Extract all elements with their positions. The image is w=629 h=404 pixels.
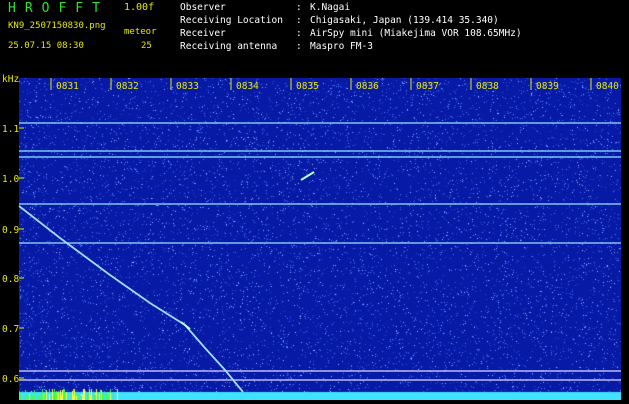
x-tick-label: 0838 [476,81,499,92]
y-axis-ticks [19,127,24,379]
x-tick-label: 0840 [596,81,619,92]
x-tick-label: 0835 [296,81,319,92]
meteor-echoes [18,171,315,393]
x-tick-label: 0831 [56,81,79,92]
x-tick-label: 0834 [236,81,259,92]
x-tick-label: 0833 [176,81,199,92]
meteor-echo [180,321,191,330]
x-tick-label: 0836 [356,81,379,92]
carrier-lines [19,122,621,381]
x-tick-label: 0832 [116,81,139,92]
y-tick-label: 1.1 [2,124,20,135]
aircraft-doppler-trace [18,205,244,393]
spectrogram-overlay [18,78,621,393]
y-axis-unit: kHz [2,74,20,85]
meteor-echo [300,171,315,181]
y-tick-label: 0.7 [2,324,20,335]
y-tick-label: 0.9 [2,225,20,236]
y-tick-label: 0.8 [2,274,20,285]
y-tick-label: 1.0 [2,174,20,185]
y-tick-label: 0.6 [2,374,20,385]
x-tick-label: 0839 [536,81,559,92]
x-tick-label: 0837 [416,81,439,92]
